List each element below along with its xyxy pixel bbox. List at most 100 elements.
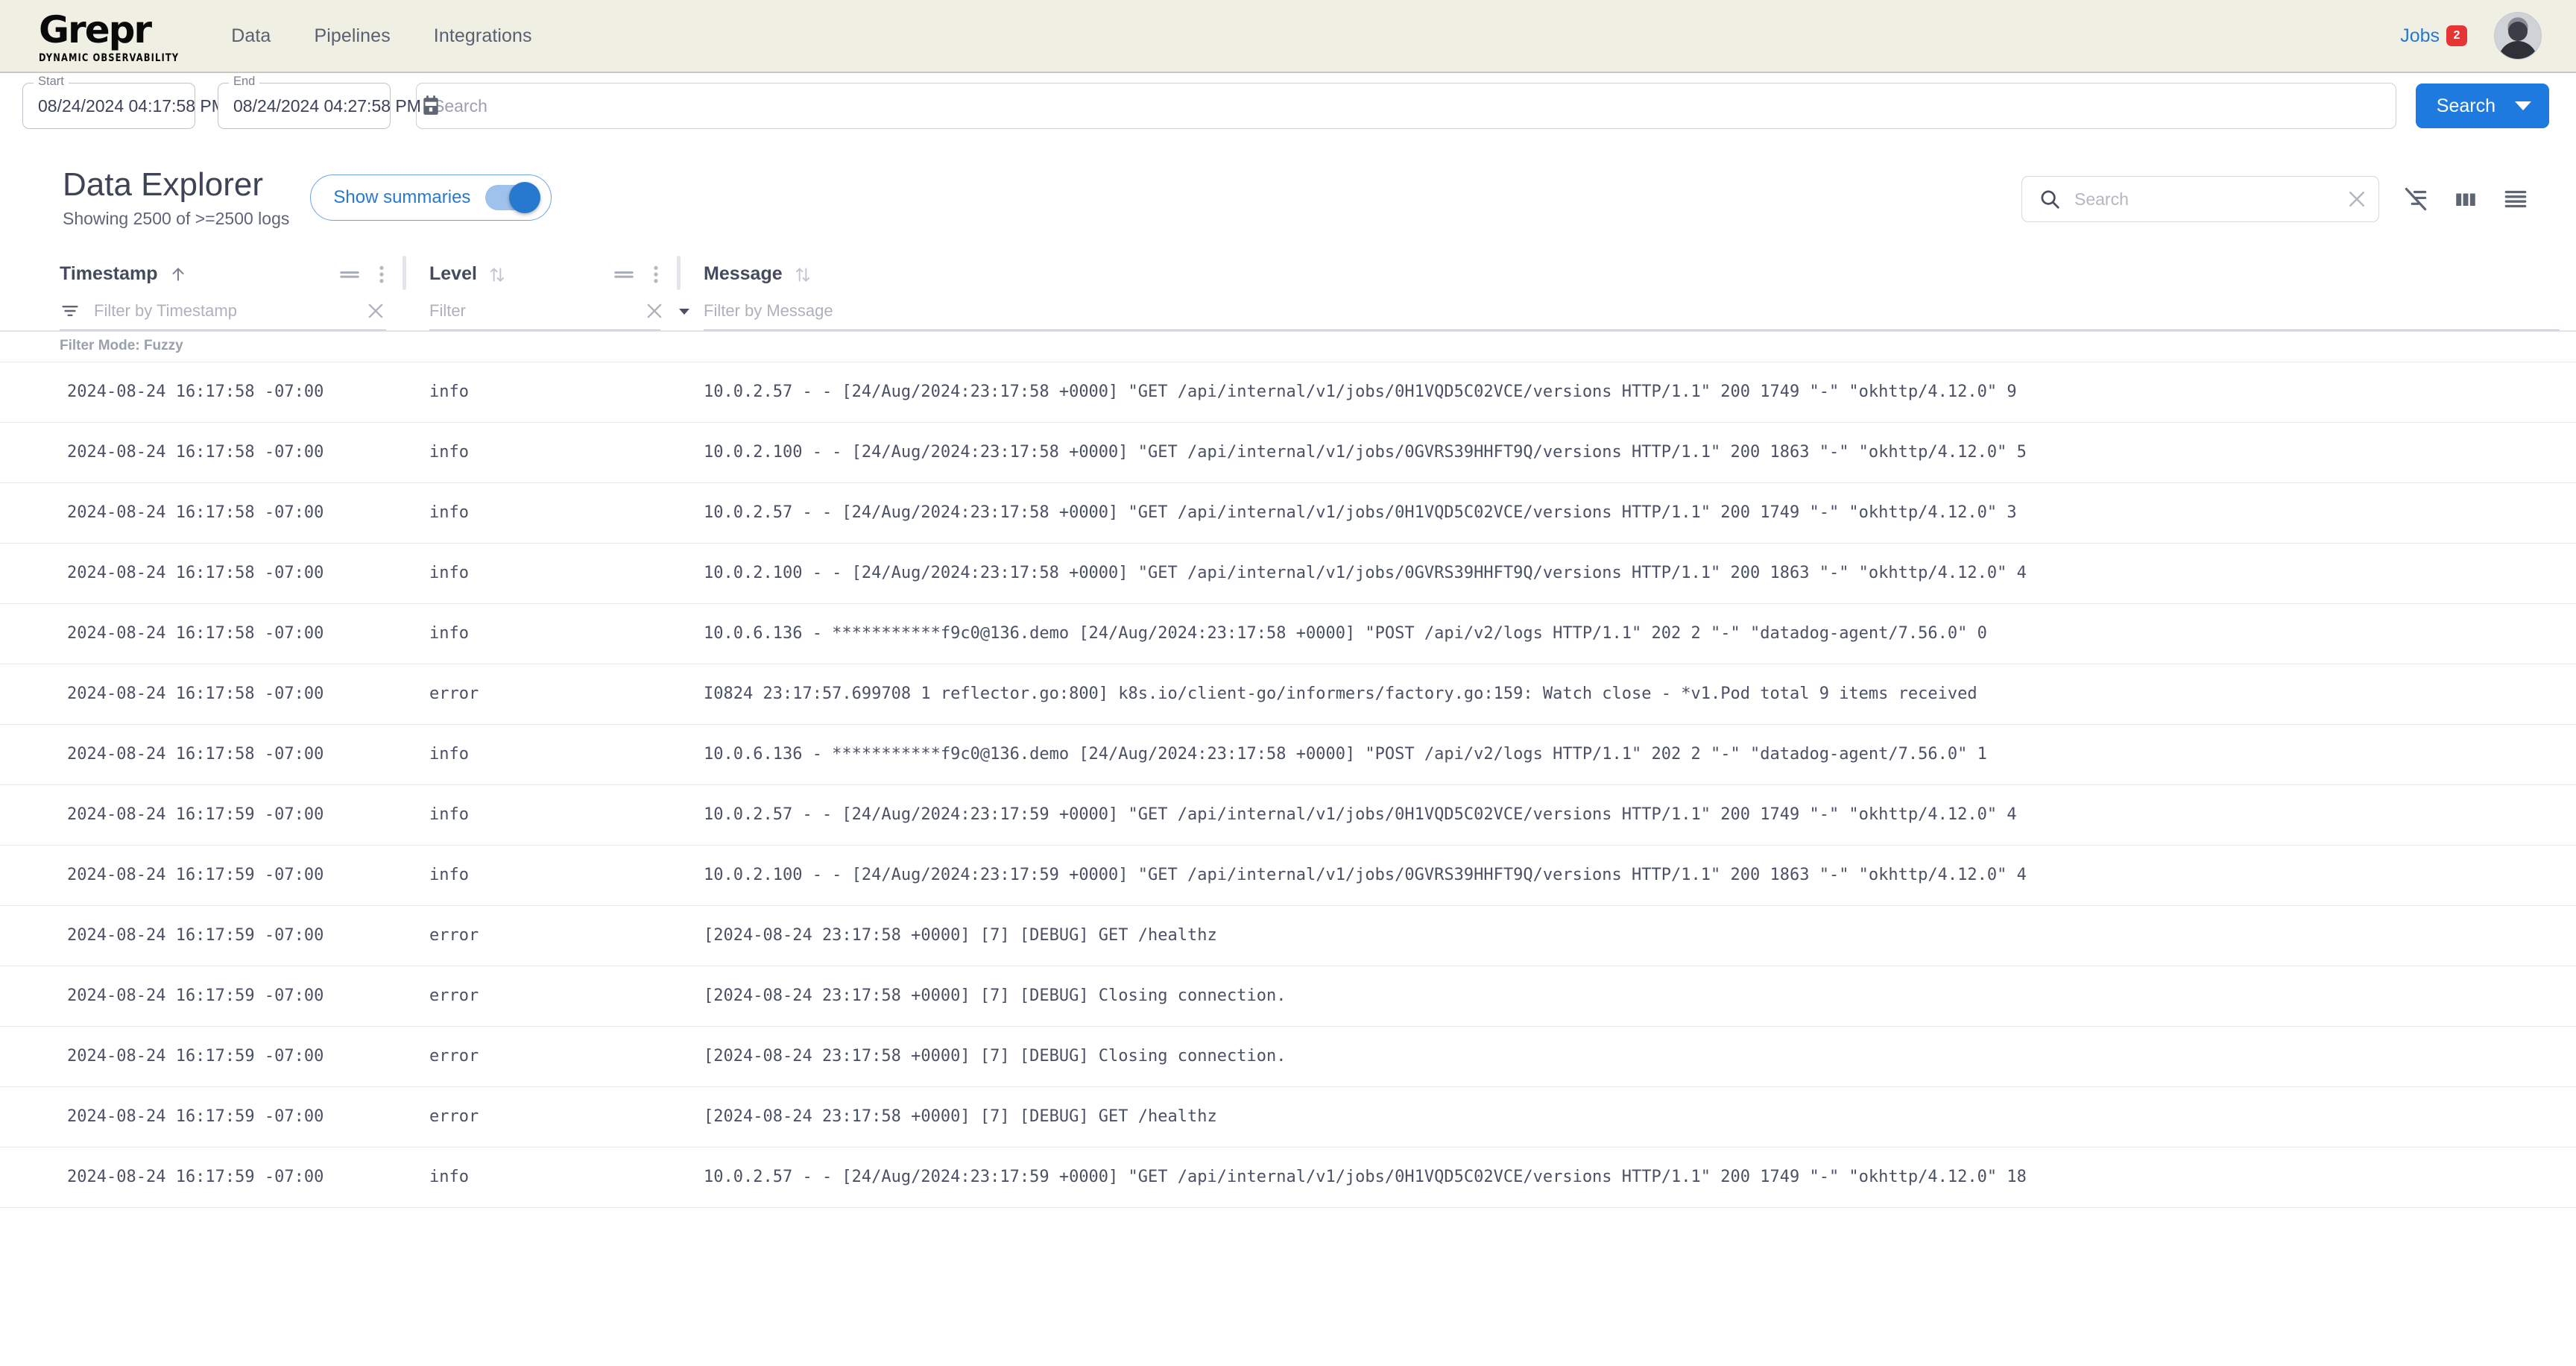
- table-row[interactable]: 2024-08-24 16:17:58 -07:00 info 10.0.6.136…: [0, 725, 2576, 785]
- table-toolbar: [2021, 176, 2530, 222]
- column-header-timestamp-top[interactable]: Timestamp: [60, 256, 402, 293]
- table-row[interactable]: 2024-08-24 16:17:59 -07:00 info 10.0.2.100…: [0, 846, 2576, 906]
- table-search-box[interactable]: [2021, 176, 2379, 222]
- column-header-timestamp: Timestamp: [60, 248, 402, 330]
- filter-message[interactable]: [704, 293, 2560, 330]
- nav-link-pipelines[interactable]: Pipelines: [314, 25, 390, 47]
- filter-off-icon[interactable]: [2402, 185, 2430, 213]
- columns-icon[interactable]: [2452, 186, 2479, 213]
- column-header-level: Level: [402, 248, 689, 330]
- cell-timestamp: 2024-08-24 16:17:59 -07:00: [67, 866, 324, 885]
- filter-timestamp[interactable]: [60, 293, 386, 330]
- query-search-box[interactable]: [416, 83, 2396, 129]
- cell-message: 10.0.2.57 - - [24/Aug/2024:23:17:58 +000…: [704, 383, 2017, 402]
- close-icon[interactable]: [365, 300, 386, 321]
- column-menu-lines-icon[interactable]: [338, 268, 361, 281]
- cell-message: 10.0.2.100 - - [24/Aug/2024:23:17:58 +00…: [704, 564, 2027, 583]
- table-row[interactable]: 2024-08-24 16:17:58 -07:00 info 10.0.2.100…: [0, 544, 2576, 604]
- column-header-level-top[interactable]: Level: [429, 256, 677, 293]
- filter-icon[interactable]: [60, 300, 80, 321]
- cell-timestamp: 2024-08-24 16:17:59 -07:00: [67, 1047, 324, 1066]
- table-row[interactable]: 2024-08-24 16:17:58 -07:00 info 10.0.2.57 …: [0, 483, 2576, 544]
- page-header: Data Explorer Showing 2500 of >=2500 log…: [0, 139, 2576, 229]
- filter-message-input[interactable]: [704, 301, 2560, 321]
- search-icon: [2039, 188, 2061, 210]
- sort-unsorted-icon[interactable]: [793, 265, 812, 284]
- column-menu-lines-icon[interactable]: [613, 268, 635, 281]
- results-count: Showing 2500 of >=2500 logs: [63, 208, 290, 228]
- cell-timestamp: 2024-08-24 16:17:58 -07:00: [67, 684, 324, 704]
- avatar[interactable]: [2494, 12, 2542, 60]
- page-title-block: Data Explorer Showing 2500 of >=2500 log…: [63, 166, 289, 229]
- cell-level: error: [429, 986, 479, 1006]
- cell-timestamp: 2024-08-24 16:17:58 -07:00: [67, 624, 324, 643]
- show-summaries-switch[interactable]: [485, 182, 541, 213]
- column-actions-level: [613, 263, 677, 286]
- table-row[interactable]: 2024-08-24 16:17:59 -07:00 info 10.0.2.57 …: [0, 1148, 2576, 1208]
- page-title: Data Explorer: [63, 166, 264, 203]
- sort-ascending-icon[interactable]: [168, 265, 188, 284]
- query-search-input[interactable]: [433, 95, 2379, 116]
- column-header-message: Message: [677, 248, 2576, 330]
- column-resize-handle[interactable]: [677, 255, 681, 290]
- density-menu-icon[interactable]: [2501, 185, 2530, 213]
- table-row[interactable]: 2024-08-24 16:17:59 -07:00 error [2024-08-…: [0, 1027, 2576, 1087]
- cell-message: [2024-08-24 23:17:58 +0000] [7] [DEBUG] …: [704, 1047, 1287, 1066]
- nav-link-integrations[interactable]: Integrations: [434, 25, 532, 47]
- show-summaries-label: Show summaries: [333, 187, 471, 207]
- filter-level-input[interactable]: [429, 301, 644, 321]
- jobs-badge: 2: [2446, 25, 2467, 46]
- top-navbar: Grepr DYNAMIC OBSERVABILITY Data Pipelin…: [0, 0, 2576, 73]
- start-label: Start: [34, 75, 69, 88]
- cell-level: info: [429, 1168, 469, 1187]
- jobs-link[interactable]: Jobs 2: [2400, 25, 2467, 47]
- table-row[interactable]: 2024-08-24 16:17:59 -07:00 error [2024-08-…: [0, 906, 2576, 966]
- table-row[interactable]: 2024-08-24 16:17:59 -07:00 info 10.0.2.57 …: [0, 785, 2576, 846]
- column-header-message-top[interactable]: Message: [704, 256, 2576, 293]
- cell-message: [2024-08-24 23:17:58 +0000] [7] [DEBUG] …: [704, 986, 1287, 1006]
- table-row[interactable]: 2024-08-24 16:17:59 -07:00 error [2024-08-…: [0, 966, 2576, 1027]
- close-icon[interactable]: [644, 300, 665, 321]
- filter-level[interactable]: [429, 293, 689, 330]
- table-row[interactable]: 2024-08-24 16:17:59 -07:00 error [2024-08-…: [0, 1087, 2576, 1148]
- filter-timestamp-input[interactable]: [94, 301, 365, 321]
- column-more-options-icon[interactable]: [651, 263, 660, 286]
- logo-wordmark: Grepr: [39, 7, 152, 51]
- cell-timestamp: 2024-08-24 16:17:59 -07:00: [67, 805, 324, 825]
- table-search-input[interactable]: [2074, 189, 2346, 210]
- app-logo[interactable]: Grepr DYNAMIC OBSERVABILITY: [39, 7, 179, 64]
- end-label: End: [229, 75, 260, 88]
- column-title-level: Level: [429, 263, 477, 285]
- cell-timestamp: 2024-08-24 16:17:59 -07:00: [67, 1107, 324, 1127]
- column-more-options-icon[interactable]: [377, 263, 386, 286]
- cell-timestamp: 2024-08-24 16:17:59 -07:00: [67, 926, 324, 945]
- table-row[interactable]: 2024-08-24 16:17:58 -07:00 error I0824 23:…: [0, 664, 2576, 725]
- column-resize-handle[interactable]: [402, 255, 406, 290]
- sort-unsorted-icon[interactable]: [487, 265, 507, 284]
- cell-timestamp: 2024-08-24 16:17:58 -07:00: [67, 503, 324, 523]
- show-summaries-toggle[interactable]: Show summaries: [310, 174, 552, 221]
- close-icon[interactable]: [2346, 188, 2368, 210]
- cell-level: info: [429, 383, 469, 402]
- cell-message: 10.0.2.100 - - [24/Aug/2024:23:17:59 +00…: [704, 866, 2027, 885]
- table-body: 2024-08-24 16:17:58 -07:00 info 10.0.2.57 …: [0, 362, 2576, 1208]
- start-datetime-field[interactable]: Start 08/24/2024 04:17:58 PM: [22, 75, 243, 129]
- nav-links: Data Pipelines Integrations: [231, 25, 531, 47]
- cell-level: info: [429, 443, 469, 462]
- end-datetime-field[interactable]: End 08/24/2024 04:27:58 PM: [218, 75, 438, 129]
- global-search-bar: Start 08/24/2024 04:17:58 PM End 08/24/2…: [0, 73, 2576, 139]
- cell-timestamp: 2024-08-24 16:17:58 -07:00: [67, 443, 324, 462]
- cell-timestamp: 2024-08-24 16:17:58 -07:00: [67, 383, 324, 402]
- cell-level: info: [429, 564, 469, 583]
- cell-message: 10.0.6.136 - ***********f9c0@136.demo [2…: [704, 624, 1987, 643]
- table-row[interactable]: 2024-08-24 16:17:58 -07:00 info 10.0.2.57 …: [0, 362, 2576, 423]
- column-title-message: Message: [704, 263, 783, 285]
- table-row[interactable]: 2024-08-24 16:17:58 -07:00 info 10.0.6.136…: [0, 604, 2576, 664]
- search-button[interactable]: Search: [2415, 84, 2549, 128]
- nav-link-data[interactable]: Data: [231, 25, 271, 47]
- cell-level: error: [429, 684, 479, 704]
- calendar-icon[interactable]: [421, 95, 441, 116]
- cell-timestamp: 2024-08-24 16:17:58 -07:00: [67, 564, 324, 583]
- chevron-down-icon[interactable]: [2515, 101, 2531, 110]
- table-row[interactable]: 2024-08-24 16:17:58 -07:00 info 10.0.2.100…: [0, 423, 2576, 483]
